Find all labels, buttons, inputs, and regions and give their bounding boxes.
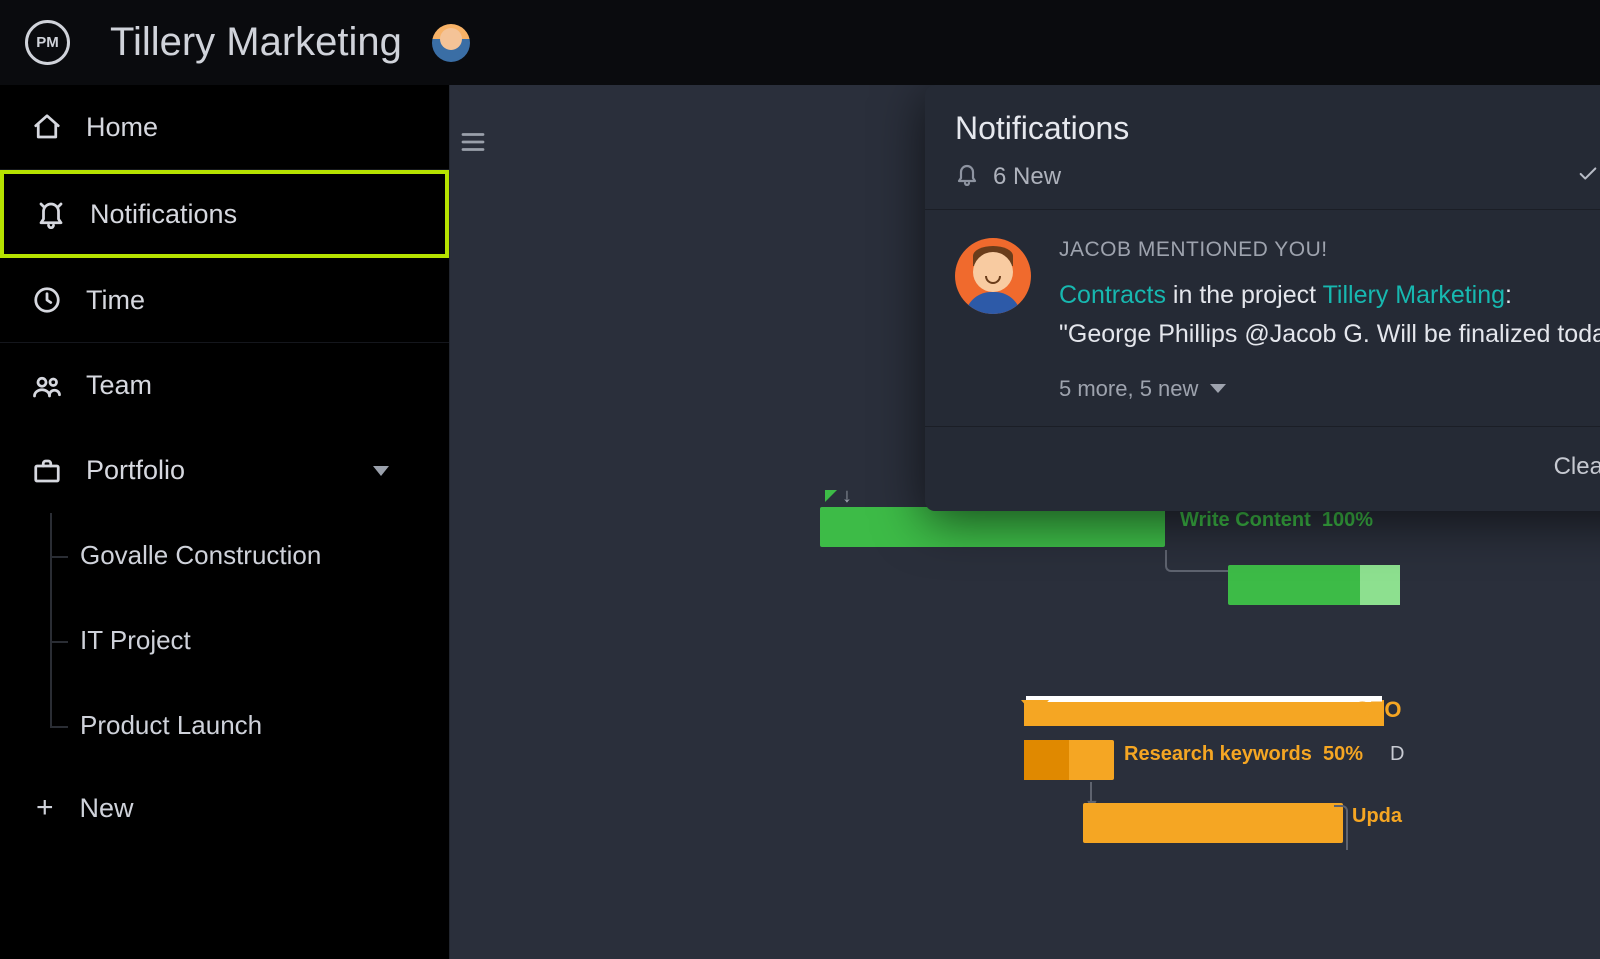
gantt-group-bar-seo[interactable] <box>1024 700 1384 726</box>
sidebar: Home Notifications Time Team Portfolio <box>0 85 450 959</box>
check-icon <box>1577 163 1599 191</box>
project-link[interactable]: Tillery Marketing <box>1323 281 1505 309</box>
expand-notifications-button[interactable]: 5 more, 5 new <box>1059 376 1600 402</box>
gantt-bar-progress-remaining <box>1360 565 1400 605</box>
task-link[interactable]: Contracts <box>1059 281 1166 309</box>
portfolio-list: Govalle Construction IT Project Product … <box>0 513 449 768</box>
plus-icon: + <box>36 791 54 825</box>
sidebar-item-home[interactable]: Home <box>0 85 449 170</box>
gantt-bar[interactable] <box>1083 803 1343 843</box>
popover-title: Notifications <box>955 110 1129 147</box>
portfolio-item[interactable]: Govalle Construction <box>50 513 449 598</box>
project-title[interactable]: Tillery Marketing <box>110 20 402 65</box>
sidebar-item-label: Time <box>86 285 145 316</box>
team-icon <box>30 369 64 403</box>
sidebar-item-label: Home <box>86 112 158 143</box>
gantt-group-label: SEO <box>1355 697 1401 723</box>
gantt-bar-label: Write Content 100% <box>1180 509 1373 532</box>
clear-all-button[interactable]: Clear all notifications <box>1554 453 1600 481</box>
notification-text: Contracts in the project Tillery Marketi… <box>1059 276 1600 354</box>
bell-icon <box>34 197 68 231</box>
sidebar-item-label: Notifications <box>90 199 237 230</box>
dependency-arrow-icon: ↓ <box>842 485 852 508</box>
avatar[interactable] <box>432 24 470 62</box>
top-bar: PM Tillery Marketing <box>0 0 1600 85</box>
sidebar-item-notifications[interactable]: Notifications <box>0 170 449 258</box>
portfolio-item-label: Product Launch <box>80 710 262 741</box>
portfolio-item[interactable]: Product Launch <box>50 683 449 768</box>
gantt-bar-label: Upda <box>1352 805 1402 828</box>
expand-label: 5 more, 5 new <box>1059 376 1198 402</box>
gantt-bar-write-content[interactable] <box>820 507 1165 547</box>
list-view-icon[interactable] <box>458 127 488 162</box>
app-logo[interactable]: PM <box>25 20 70 65</box>
bell-icon <box>955 162 979 191</box>
gantt-area[interactable]: F ke H ps, J ↓ Write Content 100% SEO Re… <box>450 85 1600 959</box>
portfolio-item-label: Govalle Construction <box>80 540 321 571</box>
new-count: 6 New <box>993 163 1061 191</box>
clock-icon <box>30 283 64 317</box>
briefcase-icon <box>30 454 64 488</box>
avatar <box>955 238 1031 314</box>
sidebar-new-button[interactable]: + New <box>0 768 449 848</box>
mark-all-read-button[interactable]: Mark all as read <box>1577 163 1600 191</box>
gantt-assignee: D <box>1390 743 1404 766</box>
sidebar-item-team[interactable]: Team <box>0 343 449 428</box>
sidebar-item-portfolio[interactable]: Portfolio <box>0 428 449 513</box>
portfolio-item-label: IT Project <box>80 625 191 656</box>
sidebar-item-label: Team <box>86 370 152 401</box>
notification-headline: JACOB MENTIONED YOU! <box>1059 238 1328 262</box>
portfolio-item[interactable]: IT Project <box>50 598 449 683</box>
notification-item[interactable]: JACOB MENTIONED YOU! 3h Contracts in the… <box>925 210 1600 426</box>
sidebar-item-time[interactable]: Time <box>0 258 449 343</box>
notifications-popover: Notifications 6 New Mark all as read <box>925 85 1600 511</box>
chevron-down-icon <box>1210 384 1226 393</box>
chevron-down-icon <box>373 466 389 476</box>
sidebar-item-label: Portfolio <box>86 455 185 486</box>
home-icon <box>30 110 64 144</box>
gantt-bar-label: Research keywords 50% <box>1124 743 1363 766</box>
sidebar-new-label: New <box>80 793 134 824</box>
